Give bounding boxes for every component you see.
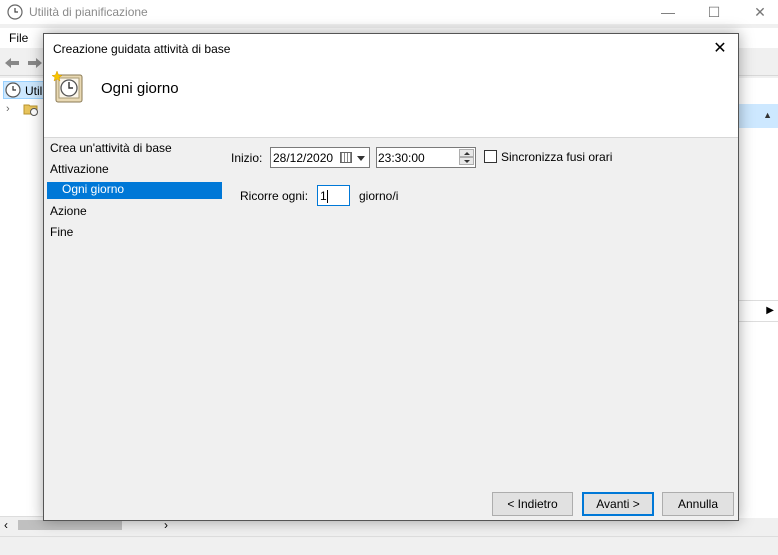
sync-timezones-checkbox[interactable] (484, 150, 497, 163)
step-daily[interactable]: Ogni giorno (47, 182, 222, 199)
actions-panel-row[interactable]: ▶ (738, 300, 778, 322)
dialog-titlebar: Creazione guidata attività di base ✕ (44, 34, 738, 64)
next-button[interactable]: Avanti > (582, 492, 654, 516)
scrollbar-thumb[interactable] (18, 520, 122, 530)
start-time-value: 23:30:00 (378, 151, 425, 165)
step-trigger[interactable]: Attivazione (50, 162, 109, 179)
minimize-button[interactable]: — (645, 2, 691, 22)
main-close-button[interactable]: ✕ (737, 2, 778, 22)
collapse-arrow-icon[interactable]: ▲ (763, 110, 772, 120)
scroll-left-icon[interactable]: ‹ (4, 518, 8, 532)
text-cursor (326, 190, 328, 204)
back-button[interactable]: < Indietro (492, 492, 573, 516)
folder-clock-icon (23, 104, 38, 116)
start-date-value: 28/12/2020 (273, 151, 334, 165)
recur-unit-label: giorno/i (359, 189, 399, 203)
time-spinner[interactable] (459, 149, 474, 166)
sync-timezones-label[interactable]: Sincronizza fusi orari (501, 150, 612, 164)
chevron-right-icon[interactable]: › (6, 103, 10, 115)
dialog-close-button[interactable]: ✕ (708, 38, 732, 60)
recur-label: Ricorre ogni: (240, 189, 309, 203)
actions-panel-header: ▲ (738, 104, 778, 128)
start-date-picker[interactable]: 28/12/2020 (270, 147, 370, 168)
dialog-header-title: Ogni giorno (101, 80, 179, 97)
step-finish[interactable]: Fine (50, 225, 73, 242)
tree-item-label: Util (25, 84, 43, 98)
main-window-titlebar: Utilità di pianificazione — ☐ ✕ (0, 0, 778, 24)
main-window-title: Utilità di pianificazione (29, 5, 148, 19)
menu-file[interactable]: File (9, 31, 28, 45)
step-create-task[interactable]: Crea un'attività di base (50, 141, 172, 158)
actions-panel (738, 78, 778, 518)
basic-task-wizard-dialog: Creazione guidata attività di base ✕ Ogn… (43, 33, 739, 521)
cancel-button[interactable]: Annulla (662, 492, 734, 516)
spin-down-icon[interactable] (459, 157, 474, 165)
dialog-header: Ogni giorno (44, 64, 738, 138)
navigation-tree: Util › (0, 78, 45, 518)
maximize-button[interactable]: ☐ (691, 2, 737, 22)
dialog-title: Creazione guidata attività di base (53, 42, 231, 56)
clock-icon (5, 82, 21, 98)
spin-up-icon[interactable] (459, 149, 474, 157)
start-label: Inizio: (231, 151, 263, 165)
task-wizard-icon (52, 70, 83, 103)
submenu-arrow-icon[interactable]: ▶ (766, 305, 774, 316)
clock-icon (7, 4, 23, 20)
step-action[interactable]: Azione (50, 204, 87, 221)
status-bar (0, 536, 778, 555)
recur-days-input[interactable]: 1 (317, 185, 350, 206)
back-arrow-icon[interactable] (3, 55, 21, 71)
chevron-down-icon[interactable] (357, 156, 365, 161)
forward-arrow-icon[interactable] (26, 55, 44, 71)
start-time-field[interactable]: 23:30:00 (376, 147, 476, 168)
calendar-icon[interactable] (340, 152, 352, 163)
recur-days-value: 1 (320, 189, 327, 203)
